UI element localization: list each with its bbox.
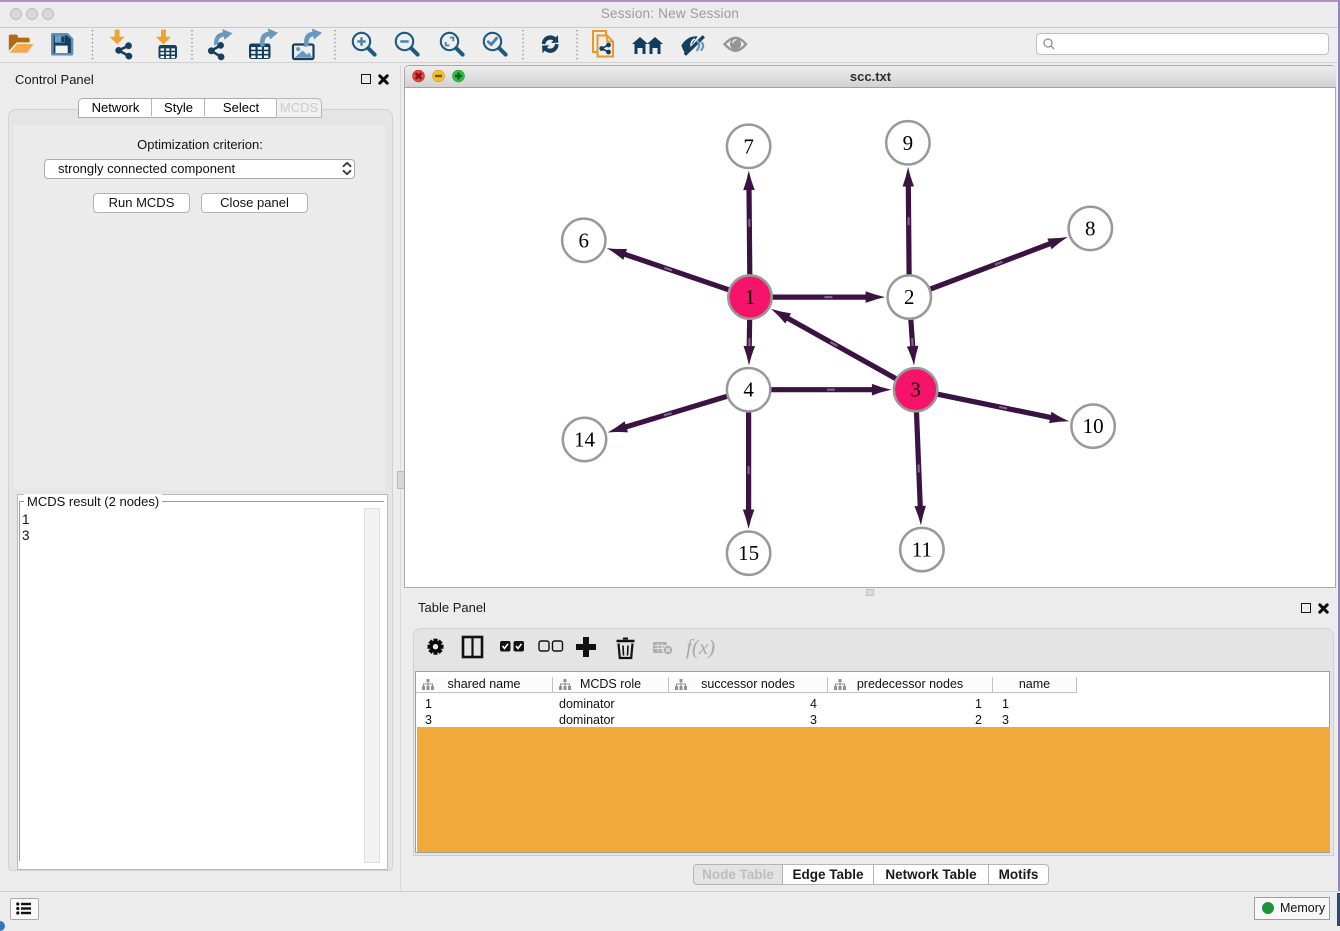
svg-text:9: 9 bbox=[903, 131, 914, 155]
svg-text:4: 4 bbox=[743, 378, 754, 402]
svg-text:10: 10 bbox=[1083, 414, 1104, 438]
svg-text:3: 3 bbox=[910, 378, 921, 402]
svg-text:7: 7 bbox=[743, 134, 754, 158]
svg-text:1: 1 bbox=[745, 285, 756, 309]
svg-text:f(x): f(x) bbox=[686, 635, 715, 659]
svg-text:14: 14 bbox=[574, 428, 596, 452]
svg-text:8: 8 bbox=[1085, 216, 1096, 240]
svg-text:6: 6 bbox=[579, 228, 590, 252]
svg-text:11: 11 bbox=[912, 538, 932, 562]
svg-text:2: 2 bbox=[904, 285, 915, 309]
svg-text:15: 15 bbox=[738, 541, 759, 565]
